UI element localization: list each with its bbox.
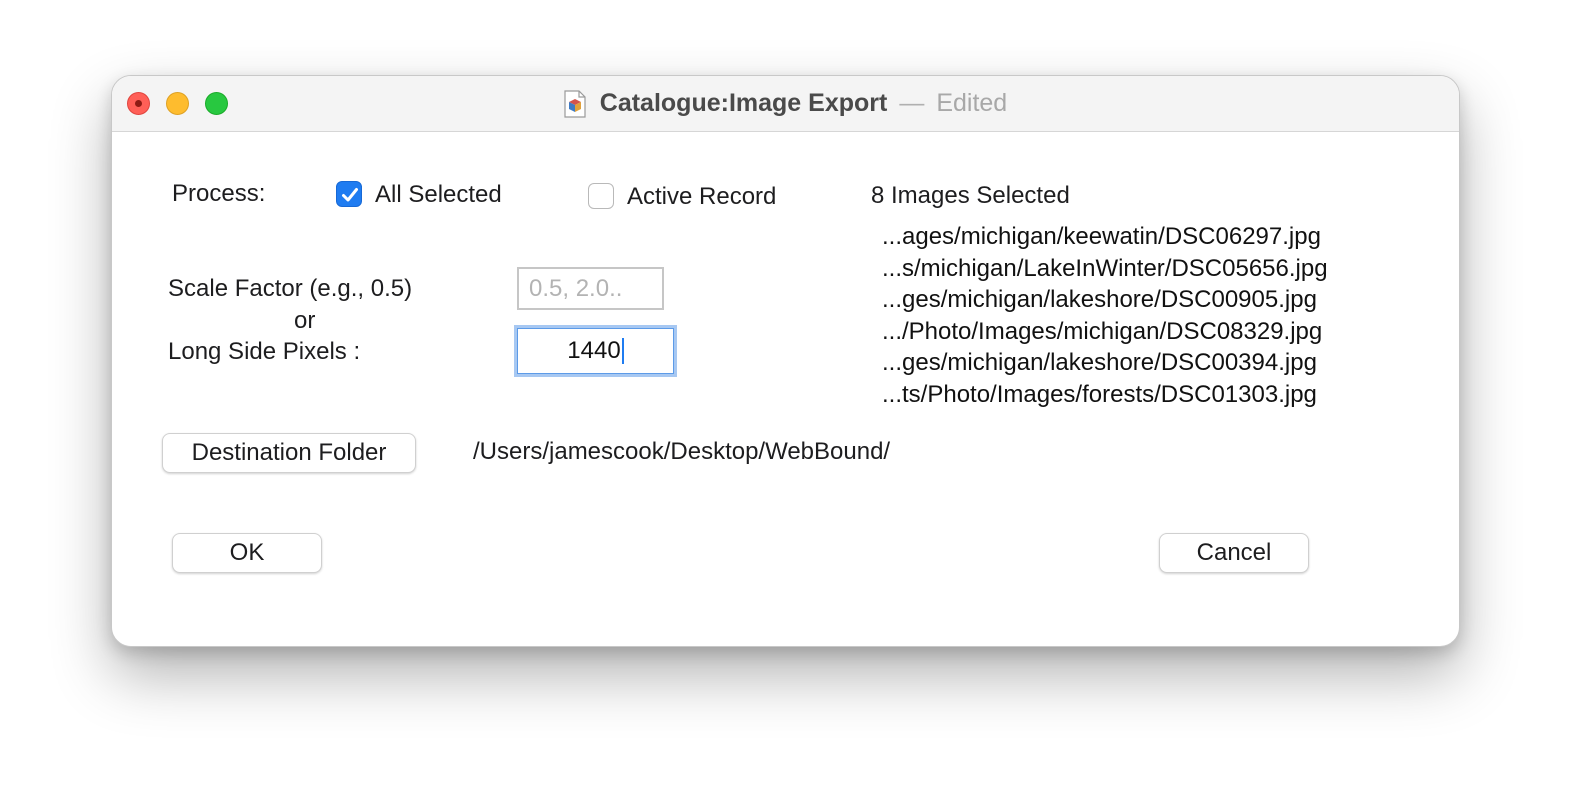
file-list-item: ...ts/Photo/Images/forests/DSC01303.jpg [882, 380, 1317, 408]
long-side-pixels-value: 1440 [567, 337, 621, 364]
images-selected-count: 8 Images Selected [871, 182, 1070, 209]
all-selected-label[interactable]: All Selected [375, 181, 502, 209]
ok-button-label: OK [229, 539, 265, 566]
destination-folder-button-label: Destination Folder [191, 439, 387, 466]
scale-factor-placeholder: 0.5, 2.0.. [529, 274, 623, 302]
long-side-pixels-field[interactable]: 1440 [517, 328, 674, 374]
file-list-item: ...ges/michigan/lakeshore/DSC00905.jpg [882, 286, 1317, 313]
destination-path: /Users/jamescook/Desktop/WebBound/ [473, 438, 891, 465]
all-selected-checkbox[interactable] [336, 181, 362, 207]
cancel-button-label: Cancel [1196, 539, 1272, 566]
ok-button[interactable]: OK [172, 533, 322, 573]
window-title-area: Catalogue:Image Export — Edited [112, 76, 1459, 131]
file-list-item: ...ages/michigan/keewatin/DSC06297.jpg [882, 223, 1321, 250]
destination-folder-button[interactable]: Destination Folder [162, 433, 416, 473]
file-list-item: ...ges/michigan/lakeshore/DSC00394.jpg [882, 349, 1317, 376]
scale-factor-label: Scale Factor (e.g., 0.5) [168, 275, 413, 302]
scale-factor-field[interactable]: 0.5, 2.0.. [517, 267, 664, 310]
document-icon [564, 89, 586, 118]
active-record-label[interactable]: Active Record [627, 183, 776, 211]
image-export-window: Catalogue:Image Export — Edited Process:… [111, 75, 1460, 647]
selected-files-list: ...ages/michigan/keewatin/DSC06297.jpg .… [882, 221, 1328, 410]
text-caret [621, 338, 624, 364]
file-list-item: .../Photo/Images/michigan/DSC08329.jpg [882, 317, 1323, 345]
file-list-item: ...s/michigan/LakeInWinter/DSC05656.jpg [882, 254, 1328, 282]
process-label: Process: [172, 180, 266, 207]
title-bar[interactable]: Catalogue:Image Export — Edited [112, 76, 1459, 132]
title-separator: — [899, 89, 925, 117]
active-record-checkbox[interactable] [588, 183, 614, 209]
long-side-pixels-label: Long Side Pixels : [168, 338, 361, 365]
edited-status: Edited [936, 89, 1008, 117]
or-label: or [294, 307, 316, 334]
window-title: Catalogue:Image Export [599, 89, 888, 117]
cancel-button[interactable]: Cancel [1159, 533, 1309, 573]
dialog-content: Process: All Selected Active Record 8 Im… [112, 132, 1459, 646]
checkmark-icon [342, 188, 358, 202]
